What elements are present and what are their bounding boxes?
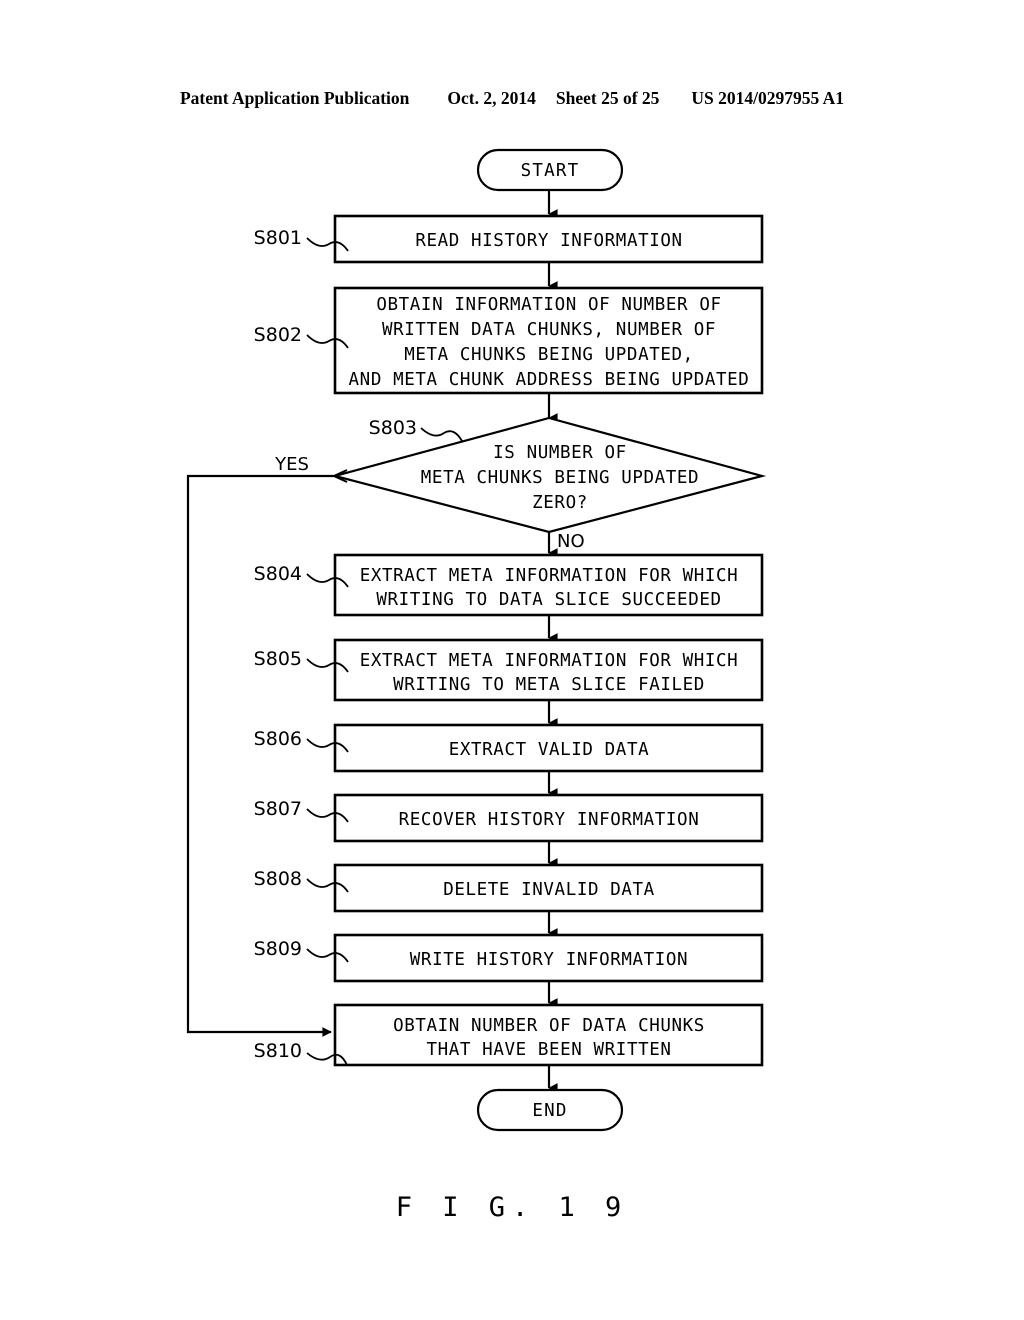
s804-line-2: WRITING TO DATA SLICE SUCCEEDED	[376, 590, 721, 610]
node-s803: IS NUMBER OF META CHUNKS BEING UPDATED Z…	[274, 416, 767, 552]
start-label: START	[521, 161, 580, 181]
s803-line-2: META CHUNKS BEING UPDATED	[421, 468, 699, 488]
end-label: END	[532, 1101, 567, 1121]
node-s805: EXTRACT META INFORMATION FOR WHICH WRITI…	[254, 638, 764, 702]
s803-no-label: NO	[557, 531, 585, 552]
s803-line-3: ZERO?	[532, 493, 588, 513]
figure-caption: F I G. 1 9	[395, 1192, 629, 1223]
s802-line-2: WRITTEN DATA CHUNKS, NUMBER OF	[382, 320, 716, 340]
flowchart-canvas: START READ HISTORY INFORMATION S801 OBTA…	[0, 0, 1024, 1320]
s803-leader	[420, 427, 463, 442]
s808-step-id: S808	[254, 868, 302, 890]
node-s810: OBTAIN NUMBER OF DATA CHUNKS THAT HAVE B…	[254, 1003, 764, 1067]
s805-line-1: EXTRACT META INFORMATION FOR WHICH	[360, 651, 739, 671]
s807-step-id: S807	[254, 798, 302, 820]
node-s802: OBTAIN INFORMATION OF NUMBER OF WRITTEN …	[254, 286, 764, 395]
s805-line-2: WRITING TO META SLICE FAILED	[393, 675, 705, 695]
s805-step-id: S805	[254, 648, 302, 670]
s803-line-1: IS NUMBER OF	[493, 443, 627, 463]
s803-yes-label: YES	[274, 454, 309, 475]
s801-step-id: S801	[254, 227, 302, 249]
s810-step-id: S810	[254, 1040, 302, 1062]
s803-step-id: S803	[369, 417, 417, 439]
node-start: START	[476, 148, 624, 192]
node-s808: DELETE INVALID DATA S808	[254, 863, 764, 913]
s809-line-1: WRITE HISTORY INFORMATION	[410, 950, 688, 970]
s801-line-1: READ HISTORY INFORMATION	[415, 231, 682, 251]
s802-line-3: META CHUNKS BEING UPDATED,	[404, 345, 694, 365]
node-s804: EXTRACT META INFORMATION FOR WHICH WRITI…	[254, 553, 764, 617]
node-s809: WRITE HISTORY INFORMATION S809	[254, 933, 764, 983]
node-end: END	[476, 1088, 624, 1132]
node-s801: READ HISTORY INFORMATION S801	[254, 214, 764, 264]
s810-line-2: THAT HAVE BEEN WRITTEN	[427, 1040, 672, 1060]
s808-line-1: DELETE INVALID DATA	[443, 880, 655, 900]
s806-line-1: EXTRACT VALID DATA	[449, 740, 649, 760]
s804-line-1: EXTRACT META INFORMATION FOR WHICH	[360, 566, 739, 586]
s804-step-id: S804	[254, 563, 302, 585]
patent-figure-page: Patent Application Publication Oct. 2, 2…	[0, 0, 1024, 1320]
s806-step-id: S806	[254, 728, 302, 750]
s810-line-1: OBTAIN NUMBER OF DATA CHUNKS	[393, 1016, 705, 1036]
node-s806: EXTRACT VALID DATA S806	[254, 723, 764, 773]
s807-line-1: RECOVER HISTORY INFORMATION	[399, 810, 700, 830]
s802-step-id: S802	[254, 324, 302, 346]
s802-line-1: OBTAIN INFORMATION OF NUMBER OF	[376, 295, 721, 315]
s809-step-id: S809	[254, 938, 302, 960]
s802-line-4: AND META CHUNK ADDRESS BEING UPDATED	[349, 370, 750, 390]
node-s807: RECOVER HISTORY INFORMATION S807	[254, 793, 764, 843]
